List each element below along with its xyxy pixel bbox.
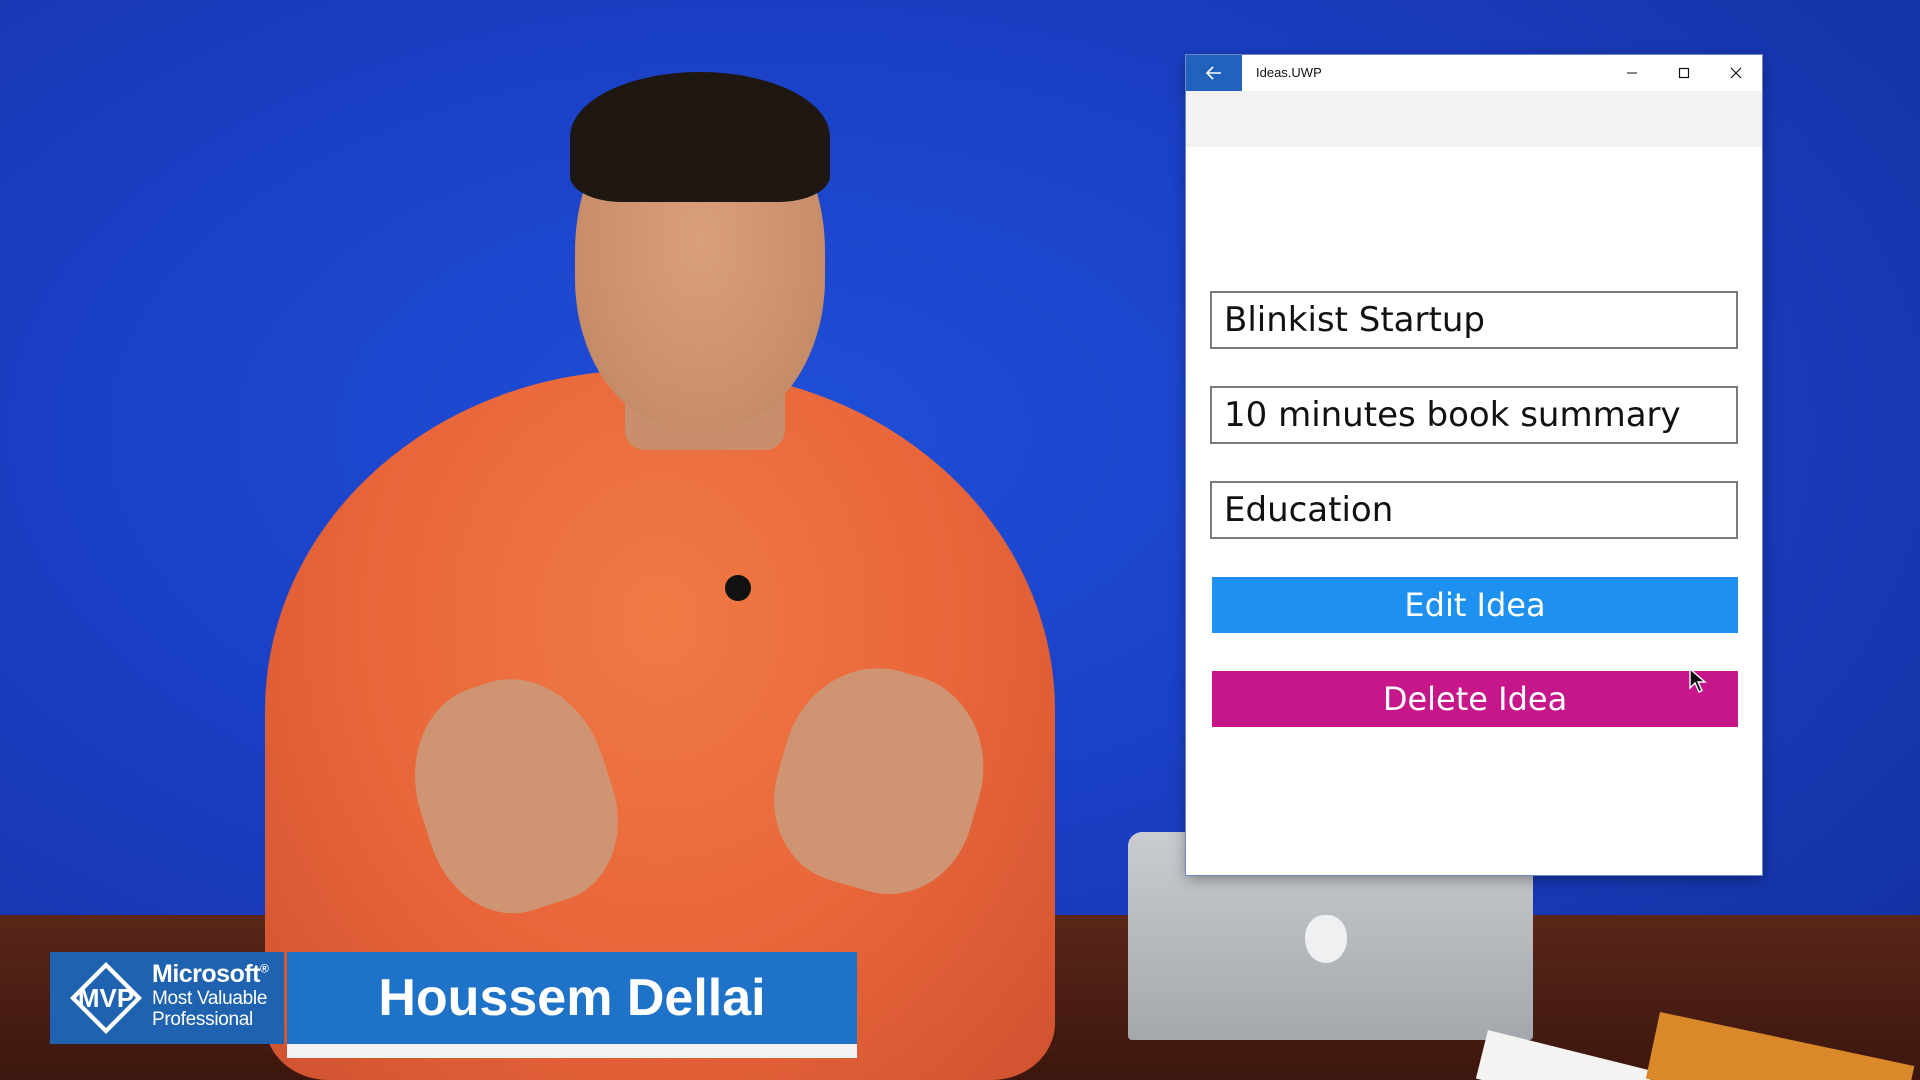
- back-button[interactable]: [1186, 55, 1242, 91]
- minimize-button[interactable]: [1606, 55, 1658, 91]
- mvp-line-most-valuable: Most Valuable: [152, 988, 268, 1009]
- edit-idea-button[interactable]: Edit Idea: [1212, 577, 1738, 633]
- name-bar-underline: [287, 1044, 857, 1058]
- laptop-logo: [1305, 915, 1347, 963]
- minimize-icon: [1627, 72, 1637, 74]
- close-icon: [1730, 67, 1742, 79]
- delete-idea-button[interactable]: Delete Idea: [1212, 671, 1738, 727]
- idea-name-field[interactable]: Blinkist Startup: [1210, 291, 1738, 349]
- mouse-cursor-icon: [1689, 668, 1707, 693]
- presenter-name: Houssem Dellai: [287, 952, 857, 1044]
- idea-description-field[interactable]: 10 minutes book summary: [1210, 386, 1738, 444]
- mvp-line-professional: Professional: [152, 1009, 253, 1030]
- command-bar: [1186, 91, 1762, 147]
- title-bar: Ideas.UWP: [1186, 55, 1762, 91]
- window-title: Ideas.UWP: [1256, 65, 1322, 80]
- app-window: Ideas.UWP Blinkist Startup 10 minutes bo…: [1186, 55, 1762, 875]
- mvp-logo: MVP: [70, 962, 142, 1034]
- maximize-icon: [1678, 67, 1690, 79]
- mvp-logo-text: MVP: [78, 983, 134, 1013]
- back-arrow-icon: [1206, 66, 1221, 80]
- maximize-button[interactable]: [1658, 55, 1710, 91]
- mvp-badge: MVP Microsoft® Most Valuable Professiona…: [50, 952, 284, 1044]
- presenter-hair: [570, 72, 830, 202]
- video-frame: Ideas.UWP Blinkist Startup 10 minutes bo…: [0, 0, 1920, 1080]
- idea-category-field[interactable]: Education: [1210, 481, 1738, 539]
- mvp-brand: Microsoft®: [152, 960, 269, 988]
- mvp-text: Microsoft® Most Valuable Professional: [152, 960, 269, 1030]
- close-button[interactable]: [1710, 55, 1762, 91]
- lapel-microphone: [725, 575, 751, 601]
